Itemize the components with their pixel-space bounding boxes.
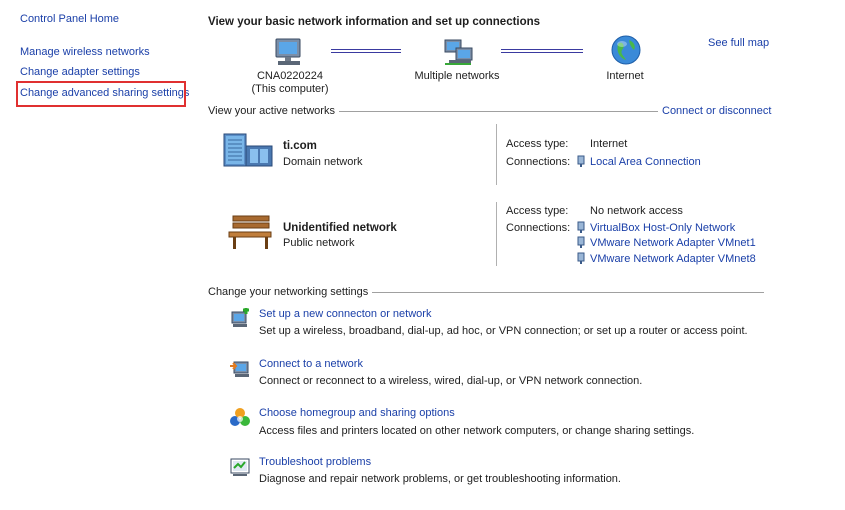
bench-icon[interactable] (225, 213, 275, 251)
link-line (331, 49, 401, 53)
homegroup-icon[interactable] (228, 407, 250, 429)
ethernet-icon (577, 221, 585, 233)
change-adapter-settings-link[interactable]: Change adapter settings (20, 66, 140, 78)
computer-subtitle: (This computer) (251, 83, 329, 95)
vertical-separator (496, 124, 497, 185)
network-type: Public network (283, 237, 355, 249)
connection-link[interactable]: Local Area Connection (590, 156, 701, 168)
access-type-value: No network access (590, 205, 683, 217)
multiple-networks-label: Multiple networks (414, 70, 500, 82)
ethernet-icon (577, 236, 585, 248)
control-panel-home-link[interactable]: Control Panel Home (20, 13, 119, 25)
network-name: ti.com (283, 140, 317, 152)
task-troubleshoot-link[interactable]: Troubleshoot problems (259, 456, 371, 468)
connection-link[interactable]: VMware Network Adapter VMnet8 (590, 253, 756, 265)
see-full-map-link[interactable]: See full map (708, 37, 769, 49)
ethernet-icon (577, 155, 585, 167)
task-description: Access files and printers located on oth… (259, 425, 695, 437)
highlight-box (16, 81, 186, 107)
task-description: Set up a wireless, broadband, dial-up, a… (259, 325, 748, 337)
access-type-key: Access type: (506, 205, 569, 217)
access-type-value: Internet (590, 138, 628, 150)
multiple-networks-icon[interactable] (441, 36, 477, 68)
connection-link[interactable]: VirtualBox Host-Only Network (590, 222, 735, 234)
new-connection-icon[interactable] (229, 308, 251, 330)
connection-link[interactable]: VMware Network Adapter VMnet1 (590, 237, 756, 249)
page-title: View your basic network information and … (208, 16, 541, 28)
domain-network-icon[interactable] (222, 130, 274, 170)
networking-settings-label: Change your networking settings (208, 286, 373, 298)
task-homegroup-link[interactable]: Choose homegroup and sharing options (259, 407, 455, 419)
globe-icon[interactable] (610, 34, 642, 66)
connections-key: Connections: (506, 156, 571, 168)
ethernet-icon (577, 252, 585, 264)
task-description: Diagnose and repair network problems, or… (259, 473, 621, 485)
manage-wireless-networks-link[interactable]: Manage wireless networks (20, 46, 150, 58)
link-line (501, 49, 583, 53)
internet-label: Internet (606, 70, 644, 82)
vertical-separator (496, 202, 497, 266)
task-setup-connection-link[interactable]: Set up a new connecton or network (259, 308, 431, 320)
computer-name: CNA0220224 (256, 70, 324, 82)
access-type-key: Access type: (506, 138, 569, 150)
connect-or-disconnect-link[interactable]: Connect or disconnect (658, 105, 772, 117)
task-description: Connect or reconnect to a wireless, wire… (259, 375, 643, 387)
connections-key: Connections: (506, 222, 571, 234)
computer-icon[interactable] (270, 36, 306, 68)
active-networks-label: View your active networks (208, 105, 339, 117)
network-type: Domain network (283, 156, 363, 168)
troubleshoot-icon[interactable] (229, 456, 251, 478)
network-name: Unidentified network (283, 222, 397, 234)
task-connect-network-link[interactable]: Connect to a network (259, 358, 363, 370)
connect-network-icon[interactable] (229, 358, 251, 380)
